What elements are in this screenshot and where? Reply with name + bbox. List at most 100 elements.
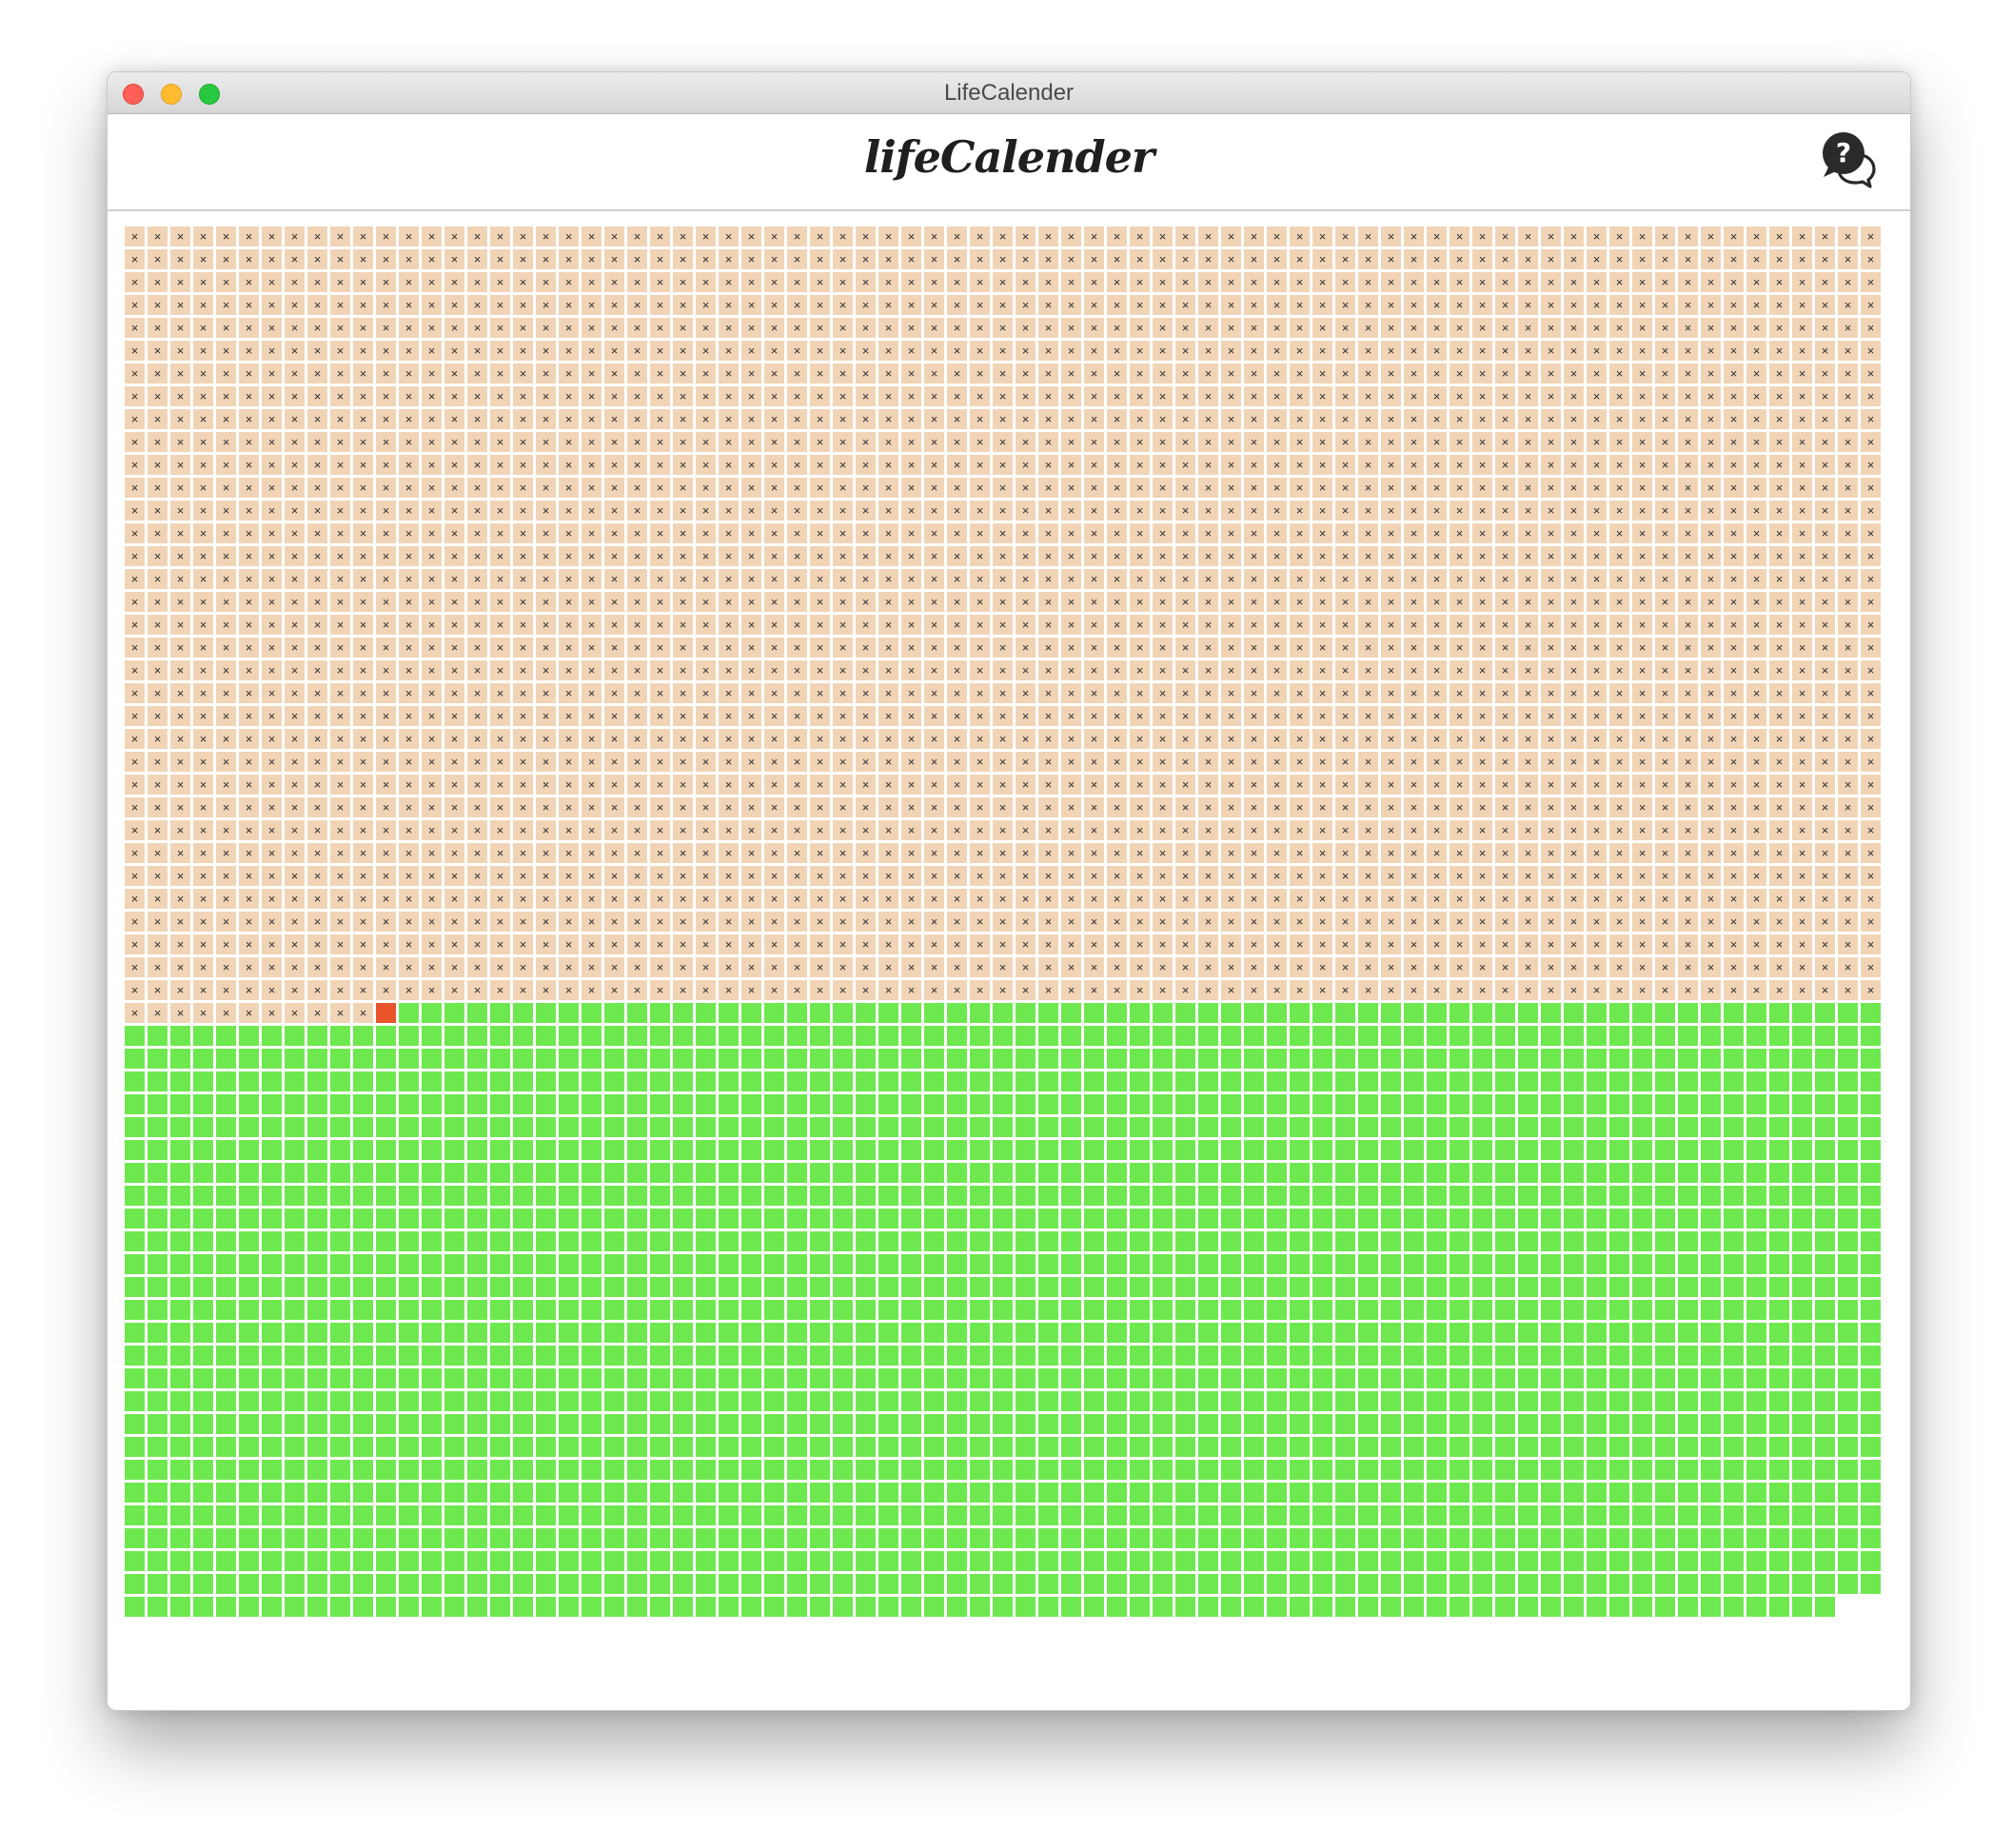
week-cell-future[interactable] (1244, 1049, 1264, 1069)
week-cell-future[interactable] (1038, 1094, 1058, 1114)
week-cell-lived[interactable]: × (559, 820, 579, 840)
week-cell-future[interactable] (970, 1209, 990, 1229)
week-cell-future[interactable] (1198, 1026, 1218, 1046)
week-cell-future[interactable] (1632, 1209, 1652, 1229)
week-cell-lived[interactable]: × (193, 295, 213, 315)
week-cell-lived[interactable]: × (1861, 752, 1881, 772)
week-cell-future[interactable] (924, 1368, 944, 1388)
week-cell-lived[interactable]: × (1564, 729, 1584, 749)
week-cell-future[interactable] (513, 1460, 533, 1480)
week-cell-lived[interactable]: × (901, 638, 921, 658)
week-cell-lived[interactable]: × (1198, 523, 1218, 543)
week-cell-future[interactable] (1450, 1368, 1470, 1388)
week-cell-future[interactable] (1472, 1551, 1492, 1571)
week-cell-future[interactable] (1153, 1483, 1173, 1503)
week-cell-lived[interactable]: × (1678, 455, 1698, 475)
week-cell-future[interactable] (1312, 1003, 1332, 1023)
week-cell-future[interactable] (1381, 1414, 1401, 1434)
week-cell-future[interactable] (1335, 1026, 1355, 1046)
week-cell-lived[interactable]: × (1016, 364, 1036, 383)
week-cell-lived[interactable]: × (1290, 341, 1310, 361)
week-cell-future[interactable] (1472, 1140, 1492, 1160)
week-cell-future[interactable] (627, 1003, 647, 1023)
week-cell-lived[interactable]: × (1175, 706, 1195, 726)
week-cell-future[interactable] (627, 1551, 647, 1571)
week-cell-future[interactable] (1404, 1026, 1424, 1046)
week-cell-lived[interactable]: × (1472, 820, 1492, 840)
week-cell-lived[interactable]: × (1335, 386, 1355, 406)
week-cell-lived[interactable]: × (1427, 866, 1447, 886)
week-cell-lived[interactable]: × (856, 866, 876, 886)
week-cell-lived[interactable]: × (513, 820, 533, 840)
week-cell-future[interactable] (582, 1551, 602, 1571)
week-cell-lived[interactable]: × (993, 569, 1013, 589)
week-cell-lived[interactable]: × (970, 615, 990, 635)
week-cell-lived[interactable]: × (490, 706, 510, 726)
week-cell-future[interactable] (1130, 1003, 1150, 1023)
week-cell-future[interactable] (559, 1140, 579, 1160)
week-cell-future[interactable] (1153, 1140, 1173, 1160)
week-cell-lived[interactable]: × (1290, 934, 1310, 954)
week-cell-lived[interactable]: × (1838, 295, 1858, 315)
week-cell-future[interactable] (1564, 1026, 1584, 1046)
week-cell-future[interactable] (399, 1300, 419, 1320)
week-cell-future[interactable] (376, 1026, 396, 1046)
week-cell-lived[interactable]: × (947, 934, 967, 954)
week-cell-future[interactable] (878, 1323, 898, 1343)
week-cell-lived[interactable]: × (1221, 523, 1241, 543)
week-cell-lived[interactable]: × (1587, 752, 1607, 772)
week-cell-lived[interactable]: × (307, 683, 327, 703)
week-cell-future[interactable] (1244, 1460, 1264, 1480)
week-cell-future[interactable] (125, 1346, 145, 1366)
week-cell-future[interactable] (1130, 1460, 1150, 1480)
week-cell-lived[interactable]: × (1746, 843, 1766, 863)
week-cell-lived[interactable]: × (924, 455, 944, 475)
week-cell-future[interactable] (536, 1300, 556, 1320)
week-cell-future[interactable] (970, 1186, 990, 1206)
week-cell-lived[interactable]: × (376, 569, 396, 589)
week-cell-future[interactable] (1153, 1597, 1173, 1617)
week-cell-lived[interactable]: × (993, 432, 1013, 452)
week-cell-lived[interactable]: × (1495, 752, 1515, 772)
week-cell-future[interactable] (650, 1026, 670, 1046)
week-cell-future[interactable] (170, 1186, 190, 1206)
week-cell-future[interactable] (1312, 1163, 1332, 1183)
week-cell-lived[interactable]: × (1450, 569, 1470, 589)
week-cell-lived[interactable]: × (216, 318, 236, 338)
week-cell-lived[interactable]: × (696, 912, 716, 932)
week-cell-lived[interactable]: × (901, 341, 921, 361)
week-cell-future[interactable] (764, 1071, 784, 1091)
week-cell-lived[interactable]: × (1290, 706, 1310, 726)
week-cell-lived[interactable]: × (1724, 866, 1744, 886)
week-cell-lived[interactable]: × (1655, 957, 1675, 977)
week-cell-future[interactable] (856, 1368, 876, 1388)
week-cell-lived[interactable]: × (1861, 775, 1881, 795)
week-cell-future[interactable] (719, 1117, 739, 1137)
week-cell-lived[interactable]: × (1335, 523, 1355, 543)
week-cell-future[interactable] (856, 1597, 876, 1617)
week-cell-future[interactable] (216, 1049, 236, 1069)
week-cell-future[interactable] (924, 1254, 944, 1274)
week-cell-future[interactable] (536, 1414, 556, 1434)
week-cell-future[interactable] (170, 1071, 190, 1091)
week-cell-lived[interactable]: × (1495, 592, 1515, 612)
week-cell-lived[interactable]: × (627, 706, 647, 726)
week-cell-lived[interactable]: × (1815, 957, 1835, 977)
week-cell-lived[interactable]: × (1221, 226, 1241, 246)
week-cell-future[interactable] (604, 1551, 624, 1571)
week-cell-future[interactable] (947, 1277, 967, 1297)
week-cell-lived[interactable]: × (993, 364, 1013, 383)
week-cell-lived[interactable]: × (1290, 386, 1310, 406)
week-cell-future[interactable] (1655, 1391, 1675, 1411)
week-cell-future[interactable] (604, 1049, 624, 1069)
week-cell-lived[interactable]: × (1381, 432, 1401, 452)
week-cell-future[interactable] (1769, 1026, 1789, 1046)
week-cell-lived[interactable]: × (1792, 501, 1812, 521)
week-cell-lived[interactable]: × (764, 934, 784, 954)
week-cell-future[interactable] (148, 1323, 168, 1343)
week-cell-lived[interactable]: × (262, 546, 282, 566)
week-cell-future[interactable] (582, 1026, 602, 1046)
week-cell-lived[interactable]: × (1084, 226, 1104, 246)
week-cell-lived[interactable]: × (1404, 820, 1424, 840)
week-cell-lived[interactable]: × (148, 797, 168, 817)
